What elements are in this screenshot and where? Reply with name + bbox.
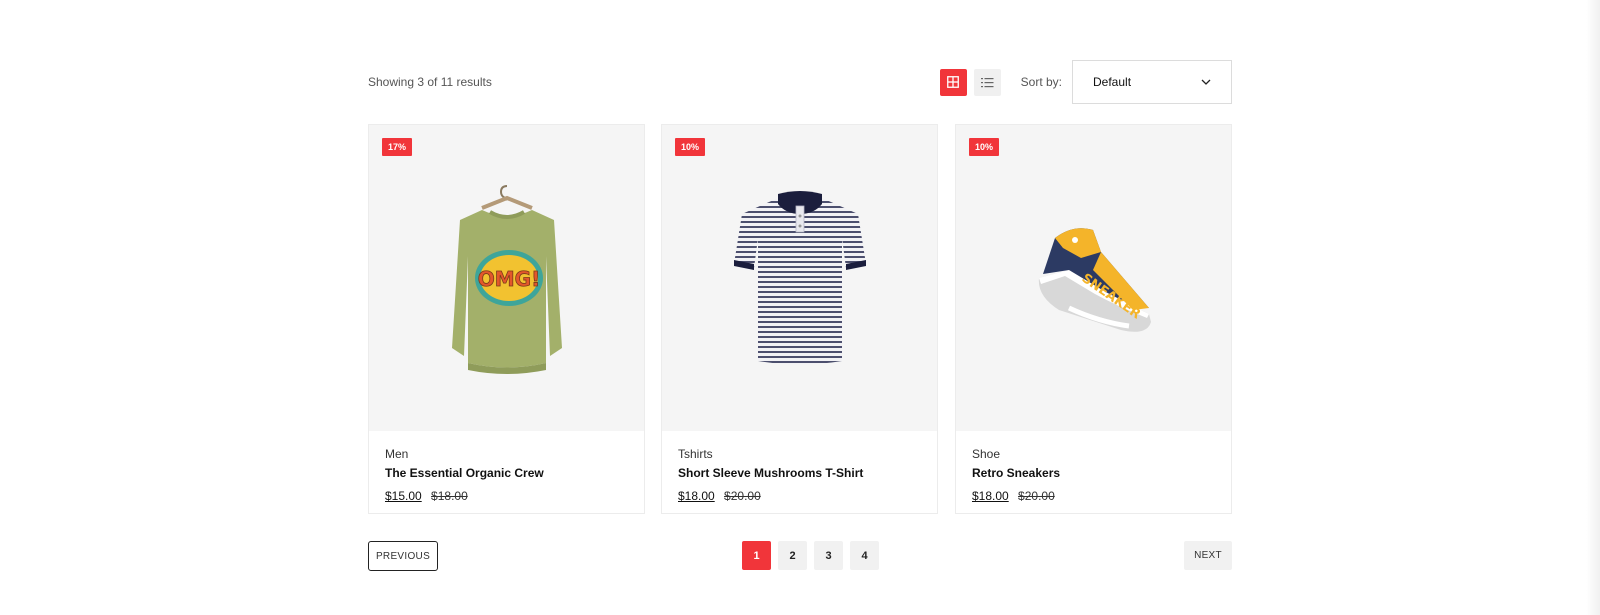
product-prices: $18.00 $20.00 — [678, 489, 921, 503]
product-card[interactable]: 17% OMG! Men The Essential Organic Crew … — [368, 124, 645, 514]
discount-badge: 17% — [382, 138, 413, 156]
product-category[interactable]: Men — [385, 447, 628, 461]
page-1-button[interactable]: 1 — [742, 541, 771, 570]
product-old-price: $20.00 — [724, 489, 761, 503]
product-category[interactable]: Tshirts — [678, 447, 921, 461]
product-info: Shoe Retro Sneakers $18.00 $20.00 — [956, 431, 1231, 503]
results-count: Showing 3 of 11 results — [368, 75, 492, 89]
product-name[interactable]: Short Sleeve Mushrooms T-Shirt — [678, 466, 921, 480]
scroll-edge-shadow — [1586, 0, 1600, 615]
toolbar-controls: Sort by: Default — [933, 60, 1232, 104]
next-button[interactable]: NEXT — [1184, 541, 1232, 570]
page-4-button[interactable]: 4 — [850, 541, 879, 570]
page-3-button[interactable]: 3 — [814, 541, 843, 570]
sort-label: Sort by: — [1020, 75, 1062, 89]
product-price: $15.00 — [385, 489, 422, 503]
previous-button[interactable]: PREVIOUS — [368, 541, 438, 571]
product-card[interactable]: 10% Tshirts Short Sleeve Mushrooms T-Shi… — [661, 124, 938, 514]
product-name[interactable]: The Essential Organic Crew — [385, 466, 628, 480]
product-price: $18.00 — [972, 489, 1009, 503]
product-image-area[interactable]: 17% OMG! — [369, 125, 644, 431]
pagination: PREVIOUS 1 2 3 4 NEXT — [368, 541, 1232, 571]
list-view-button[interactable] — [973, 68, 1001, 96]
product-name[interactable]: Retro Sneakers — [972, 466, 1215, 480]
product-old-price: $20.00 — [1018, 489, 1055, 503]
product-info: Tshirts Short Sleeve Mushrooms T-Shirt $… — [662, 431, 937, 503]
shop-toolbar: Showing 3 of 11 results Sort by: Default — [368, 59, 1232, 105]
discount-badge: 10% — [969, 138, 1000, 156]
striped-polo-shirt-image — [733, 190, 866, 364]
list-icon — [980, 77, 994, 87]
grid-view-button[interactable] — [939, 68, 967, 96]
product-info: Men The Essential Organic Crew $15.00 $1… — [369, 431, 644, 503]
discount-badge: 10% — [675, 138, 706, 156]
svg-text:OMG!: OMG! — [477, 267, 539, 291]
shop-page: Showing 3 of 11 results Sort by: Default… — [0, 0, 1600, 615]
product-image-area[interactable]: 10% SNEAKER — [956, 125, 1231, 431]
sort-value: Default — [1093, 75, 1132, 89]
sort-select[interactable]: Default — [1072, 60, 1232, 104]
product-price: $18.00 — [678, 489, 715, 503]
product-prices: $15.00 $18.00 — [385, 489, 628, 503]
product-grid: 17% OMG! Men The Essential Organic Crew … — [368, 124, 1232, 514]
green-sweatshirt-image: OMG! — [451, 185, 562, 374]
sneaker-image: SNEAKER — [1038, 228, 1151, 332]
product-prices: $18.00 $20.00 — [972, 489, 1215, 503]
product-old-price: $18.00 — [431, 489, 468, 503]
product-category[interactable]: Shoe — [972, 447, 1215, 461]
product-card[interactable]: 10% SNEAKER Shoe Retro Sneakers $18.00 $… — [955, 124, 1232, 514]
page-2-button[interactable]: 2 — [778, 541, 807, 570]
grid-icon — [947, 76, 960, 88]
product-image-area[interactable]: 10% — [662, 125, 937, 431]
chevron-down-icon — [1201, 79, 1211, 85]
page-numbers: 1 2 3 4 — [742, 541, 886, 570]
